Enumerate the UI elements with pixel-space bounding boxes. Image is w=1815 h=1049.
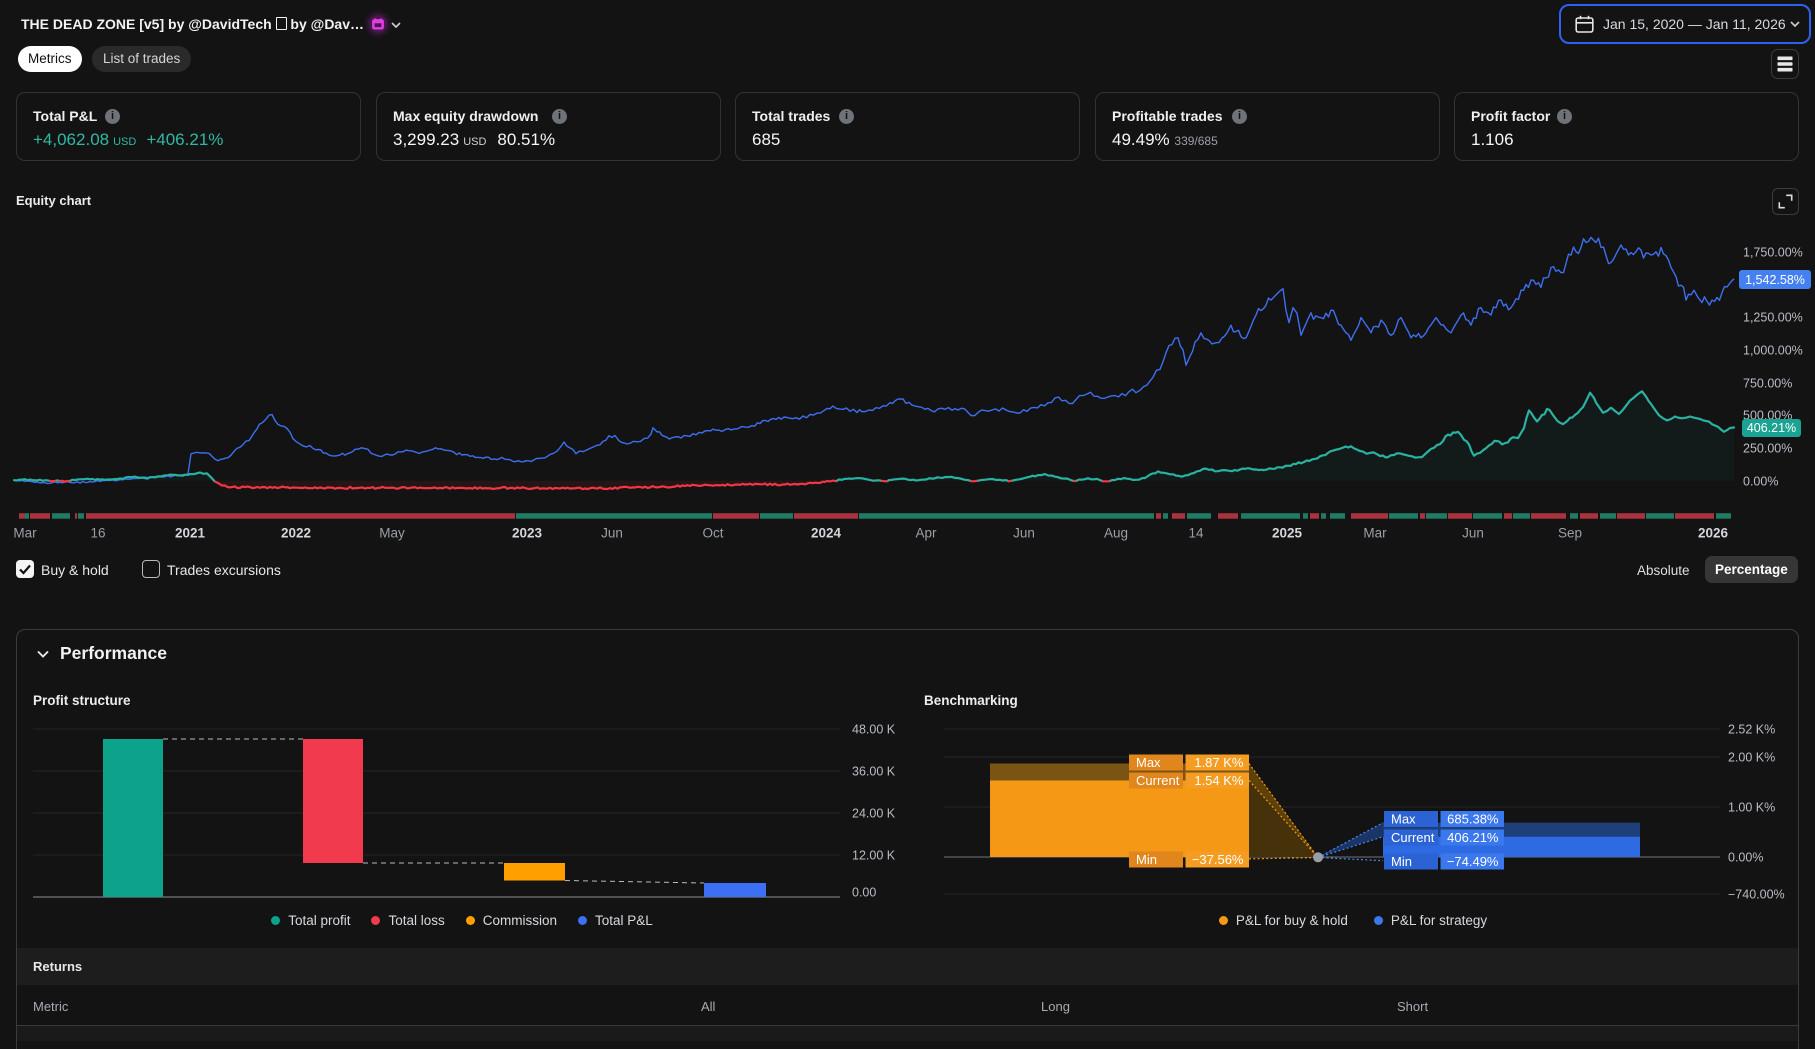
svg-text:406.21%: 406.21% — [1447, 830, 1499, 845]
svg-text:2021: 2021 — [175, 526, 206, 541]
svg-text:Apr: Apr — [915, 526, 937, 541]
svg-text:2.00 K%: 2.00 K% — [1728, 751, 1775, 765]
svg-text:1,250.00%: 1,250.00% — [1743, 311, 1803, 325]
svg-text:2023: 2023 — [512, 526, 543, 541]
svg-text:Mar: Mar — [1363, 526, 1387, 541]
svg-text:750.00%: 750.00% — [1743, 377, 1792, 391]
svg-text:0.00%: 0.00% — [1743, 475, 1778, 489]
svg-text:Current: Current — [1391, 830, 1435, 845]
svg-text:Max: Max — [1136, 755, 1161, 770]
svg-text:16: 16 — [90, 526, 105, 541]
svg-text:1.54 K%: 1.54 K% — [1194, 773, 1244, 788]
svg-text:May: May — [379, 526, 405, 541]
svg-text:2026: 2026 — [1698, 526, 1729, 541]
svg-text:1.87 K%: 1.87 K% — [1194, 755, 1244, 770]
svg-text:685.38%: 685.38% — [1447, 812, 1499, 827]
svg-text:Jun: Jun — [1013, 526, 1035, 541]
svg-text:2.52 K%: 2.52 K% — [1728, 723, 1775, 737]
svg-text:Min: Min — [1136, 852, 1157, 867]
svg-text:Current: Current — [1136, 773, 1180, 788]
svg-text:14: 14 — [1188, 526, 1204, 541]
svg-text:Min: Min — [1391, 854, 1412, 869]
svg-text:0.00%: 0.00% — [1728, 851, 1763, 865]
svg-text:−37.56%: −37.56% — [1192, 852, 1244, 867]
svg-text:1.00 K%: 1.00 K% — [1728, 801, 1775, 815]
svg-text:Jun: Jun — [1462, 526, 1484, 541]
svg-text:−740.00%: −740.00% — [1728, 888, 1785, 902]
svg-text:2025: 2025 — [1272, 526, 1303, 541]
svg-text:1,000.00%: 1,000.00% — [1743, 344, 1803, 358]
svg-text:Oct: Oct — [702, 526, 723, 541]
svg-text:−74.49%: −74.49% — [1447, 854, 1499, 869]
svg-text:2024: 2024 — [811, 526, 842, 541]
svg-text:Aug: Aug — [1104, 526, 1128, 541]
svg-text:250.00%: 250.00% — [1743, 442, 1792, 456]
svg-text:Max: Max — [1391, 812, 1416, 827]
svg-text:1,542.58%: 1,542.58% — [1745, 273, 1805, 287]
svg-text:2022: 2022 — [281, 526, 311, 541]
svg-text:1,750.00%: 1,750.00% — [1743, 246, 1803, 260]
svg-text:Jun: Jun — [601, 526, 623, 541]
svg-text:406.21%: 406.21% — [1747, 421, 1796, 435]
svg-text:Sep: Sep — [1558, 526, 1582, 541]
svg-text:Mar: Mar — [13, 526, 37, 541]
